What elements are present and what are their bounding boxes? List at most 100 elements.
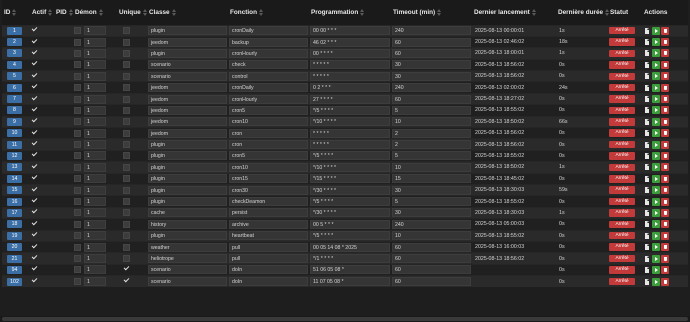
daemon-checkbox[interactable]	[74, 27, 81, 35]
class-input[interactable]: jeedom	[148, 128, 227, 138]
timeout-input[interactable]: 10	[392, 162, 471, 172]
daemon-checkbox[interactable]	[74, 255, 81, 262]
id-badge[interactable]: 13	[7, 163, 22, 172]
function-input[interactable]: cronDaily	[229, 83, 308, 93]
active-checkbox[interactable]	[31, 277, 38, 284]
unique-checkbox[interactable]	[123, 84, 130, 92]
trash-icon[interactable]	[661, 151, 669, 160]
timeout-input[interactable]: 5	[392, 151, 471, 161]
timeout-input[interactable]: 10	[392, 117, 471, 127]
schedule-input[interactable]: */10 * * * *	[310, 117, 390, 127]
id-badge[interactable]: 20	[7, 243, 22, 252]
file-icon[interactable]	[643, 49, 651, 57]
timeout-input[interactable]: 30	[392, 185, 471, 195]
schedule-input[interactable]: */30 * * * *	[310, 208, 390, 218]
schedule-input[interactable]: */5 * * * *	[310, 151, 390, 161]
file-icon[interactable]	[643, 72, 651, 80]
id-badge[interactable]: 94	[7, 265, 22, 274]
class-input[interactable]: jeedom	[148, 117, 227, 127]
file-icon[interactable]	[643, 118, 651, 126]
class-input[interactable]: plugin	[148, 185, 227, 195]
sort-icon[interactable]	[12, 8, 17, 16]
play-icon[interactable]	[652, 208, 660, 217]
timeout-input[interactable]: 15	[392, 174, 471, 184]
daemon-sleep-input[interactable]: 1	[84, 162, 106, 172]
unique-checkbox[interactable]	[123, 129, 130, 137]
play-icon[interactable]	[652, 197, 660, 206]
file-icon[interactable]	[643, 232, 651, 240]
file-icon[interactable]	[643, 106, 651, 114]
active-checkbox[interactable]	[31, 26, 38, 33]
column-header-unique[interactable]: Unique	[117, 0, 147, 25]
play-icon[interactable]	[652, 26, 660, 35]
daemon-sleep-input[interactable]: 1	[84, 117, 106, 127]
column-header-schedule[interactable]: Programmation	[309, 0, 391, 25]
id-badge[interactable]: 1	[7, 26, 22, 35]
file-icon[interactable]	[643, 175, 651, 183]
active-checkbox[interactable]	[31, 129, 38, 136]
class-input[interactable]: jeedom	[148, 37, 227, 47]
file-icon[interactable]	[643, 38, 651, 46]
daemon-sleep-input[interactable]: 1	[84, 231, 106, 241]
schedule-input[interactable]: * * * * *	[310, 128, 390, 138]
timeout-input[interactable]: 30	[392, 71, 471, 81]
schedule-input[interactable]: */1 * * * *	[310, 254, 390, 263]
trash-icon[interactable]	[661, 277, 669, 286]
id-badge[interactable]: 7	[7, 95, 22, 104]
function-input[interactable]: cron30	[229, 185, 308, 195]
id-badge[interactable]: 10	[7, 129, 22, 138]
daemon-checkbox[interactable]	[74, 266, 81, 274]
daemon-checkbox[interactable]	[74, 49, 81, 57]
schedule-input[interactable]: 51 06 05 08 *	[310, 265, 390, 275]
active-checkbox[interactable]	[31, 95, 38, 102]
trash-icon[interactable]	[661, 197, 669, 206]
function-input[interactable]: doIn	[229, 265, 308, 275]
id-badge[interactable]: 3	[7, 49, 22, 58]
schedule-input[interactable]: */5 * * * *	[310, 231, 390, 241]
active-checkbox[interactable]	[31, 243, 38, 250]
daemon-sleep-input[interactable]: 1	[84, 37, 106, 47]
daemon-checkbox[interactable]	[74, 186, 81, 194]
id-badge[interactable]: 102	[7, 277, 22, 286]
active-checkbox[interactable]	[31, 72, 38, 79]
file-icon[interactable]	[643, 186, 651, 194]
trash-icon[interactable]	[661, 49, 669, 58]
sort-icon[interactable]	[98, 8, 103, 16]
daemon-sleep-input[interactable]: 1	[84, 254, 106, 263]
function-input[interactable]: cron15	[229, 174, 308, 184]
trash-icon[interactable]	[661, 254, 669, 263]
function-input[interactable]: pull	[229, 242, 308, 252]
class-input[interactable]: scenario	[148, 71, 227, 81]
unique-checkbox[interactable]	[123, 198, 130, 206]
sort-icon[interactable]	[258, 8, 263, 16]
play-icon[interactable]	[652, 106, 660, 115]
column-header-daemon[interactable]: Démon	[73, 0, 117, 25]
daemon-sleep-input[interactable]: 1	[84, 151, 106, 161]
active-checkbox[interactable]	[31, 197, 38, 204]
function-input[interactable]: cron	[229, 128, 308, 138]
daemon-checkbox[interactable]	[74, 278, 81, 286]
schedule-input[interactable]: */30 * * * *	[310, 185, 390, 195]
trash-icon[interactable]	[661, 163, 669, 172]
file-icon[interactable]	[643, 220, 651, 228]
daemon-checkbox[interactable]	[74, 95, 81, 103]
id-badge[interactable]: 16	[7, 197, 22, 206]
id-badge[interactable]: 8	[7, 106, 22, 115]
active-checkbox[interactable]	[31, 49, 38, 56]
trash-icon[interactable]	[661, 208, 669, 217]
schedule-input[interactable]: 27 * * * *	[310, 94, 390, 104]
timeout-input[interactable]: 240	[392, 219, 471, 229]
daemon-sleep-input[interactable]: 1	[84, 71, 106, 81]
file-icon[interactable]	[643, 266, 651, 274]
trash-icon[interactable]	[661, 106, 669, 115]
daemon-checkbox[interactable]	[74, 209, 81, 217]
daemon-sleep-input[interactable]: 1	[84, 60, 106, 70]
daemon-sleep-input[interactable]: 1	[84, 105, 106, 115]
file-icon[interactable]	[643, 163, 651, 171]
daemon-sleep-input[interactable]: 1	[84, 48, 106, 58]
function-input[interactable]: cron10	[229, 162, 308, 172]
class-input[interactable]: scenario	[148, 277, 227, 287]
function-input[interactable]: cronHourly	[229, 94, 308, 104]
file-icon[interactable]	[643, 255, 651, 263]
sort-icon[interactable]	[360, 8, 365, 16]
